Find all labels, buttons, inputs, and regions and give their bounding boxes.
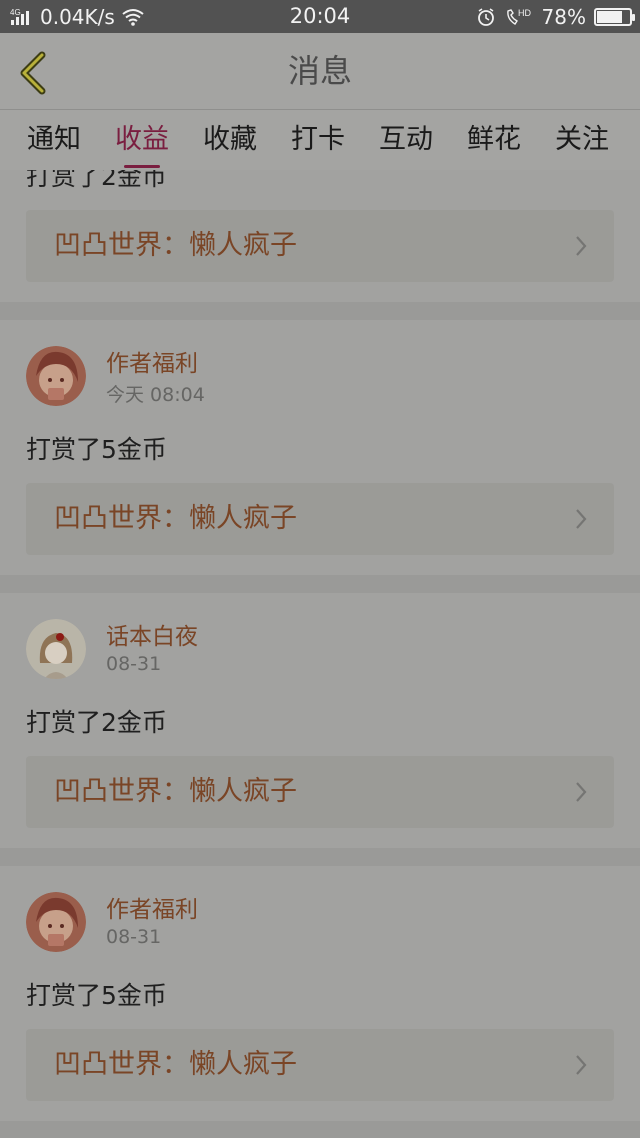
chevron-right-icon bbox=[576, 782, 587, 802]
message-text: 打赏了5金币 bbox=[26, 981, 167, 1010]
timestamp: 08-31 bbox=[106, 926, 162, 948]
active-tab-indicator bbox=[124, 165, 160, 168]
hd-label: HD bbox=[518, 8, 531, 18]
tab-label: 收益 bbox=[115, 124, 169, 155]
work-link[interactable]: 凹凸世界：懒人疯子 bbox=[26, 1029, 614, 1101]
author-name[interactable]: 话本白夜 bbox=[106, 617, 198, 651]
avatar-image bbox=[26, 346, 86, 406]
avatar-image bbox=[26, 619, 86, 679]
tab-interaction[interactable]: 互动 bbox=[362, 110, 450, 170]
alarm-icon bbox=[477, 7, 494, 26]
timestamp: 今天 08:04 bbox=[106, 384, 205, 406]
message-text: 打赏了5金币 bbox=[26, 435, 167, 464]
battery-icon bbox=[594, 7, 635, 26]
tab-label: 关注 bbox=[555, 124, 609, 155]
avatar[interactable] bbox=[26, 619, 86, 679]
avatar-image bbox=[26, 892, 86, 952]
divider bbox=[0, 1121, 640, 1138]
messages-screen: 4G 0.04K/s 20:04 HD 78% 消息 通知 收益 收藏 打卡 互… bbox=[0, 0, 640, 1138]
divider bbox=[0, 302, 640, 320]
battery-percent: 78% bbox=[541, 4, 586, 29]
timestamp: 08-31 bbox=[106, 653, 162, 675]
tab-checkin[interactable]: 打卡 bbox=[274, 110, 362, 170]
hd-call-icon: HD bbox=[506, 8, 531, 25]
tab-favorites[interactable]: 收藏 bbox=[186, 110, 274, 170]
work-link[interactable]: 凹凸世界：懒人疯子 bbox=[26, 210, 614, 282]
status-bar: 4G 0.04K/s 20:04 HD 78% bbox=[0, 0, 640, 33]
author-name[interactable]: 作者福利 bbox=[106, 344, 198, 378]
chevron-right-icon bbox=[576, 236, 587, 256]
message-text: 打赏了2金币 bbox=[26, 708, 167, 737]
author-name[interactable]: 作者福利 bbox=[106, 890, 198, 924]
list-item: 打赏了2金币 凹凸世界：懒人疯子 bbox=[0, 170, 640, 302]
tab-label: 鲜花 bbox=[467, 124, 521, 155]
list-item: 话本白夜 08-31 打赏了2金币 凹凸世界：懒人疯子 bbox=[0, 593, 640, 848]
page-title: 消息 bbox=[287, 52, 352, 90]
tab-notifications[interactable]: 通知 bbox=[10, 110, 98, 170]
tab-following[interactable]: 关注 bbox=[538, 110, 626, 170]
work-link-label: 凹凸世界：懒人疯子 bbox=[54, 1049, 297, 1080]
work-link[interactable]: 凹凸世界：懒人疯子 bbox=[26, 756, 614, 828]
message-text: 打赏了2金币 bbox=[26, 170, 167, 191]
battery-fill bbox=[597, 10, 622, 23]
divider bbox=[0, 848, 640, 866]
list-item: 作者福利 今天 08:04 打赏了5金币 凹凸世界：懒人疯子 bbox=[0, 320, 640, 575]
divider bbox=[0, 575, 640, 593]
tab-label: 打卡 bbox=[291, 124, 345, 155]
tab-label: 互动 bbox=[379, 124, 433, 155]
chevron-right-icon bbox=[576, 1055, 587, 1075]
tab-earnings[interactable]: 收益 bbox=[98, 110, 186, 170]
work-link[interactable]: 凹凸世界：懒人疯子 bbox=[26, 483, 614, 555]
work-link-label: 凹凸世界：懒人疯子 bbox=[54, 230, 297, 261]
tab-label: 收藏 bbox=[203, 124, 257, 155]
work-link-label: 凹凸世界：懒人疯子 bbox=[54, 776, 297, 807]
avatar[interactable] bbox=[26, 892, 86, 952]
tab-flowers[interactable]: 鲜花 bbox=[450, 110, 538, 170]
status-right: HD 78% bbox=[476, 0, 635, 33]
list-item: 作者福利 08-31 打赏了5金币 凹凸世界：懒人疯子 bbox=[0, 866, 640, 1121]
tab-bar: 通知 收益 收藏 打卡 互动 鲜花 关注 bbox=[0, 110, 640, 170]
message-list[interactable]: 打赏了2金币 凹凸世界：懒人疯子 作者福利 今天 08:04 打赏了5金币 凹凸… bbox=[0, 170, 640, 1138]
avatar[interactable] bbox=[26, 346, 86, 406]
chevron-right-icon bbox=[576, 509, 587, 529]
work-link-label: 凹凸世界：懒人疯子 bbox=[54, 503, 297, 534]
tab-label: 通知 bbox=[27, 124, 81, 155]
header: 消息 bbox=[0, 33, 640, 110]
